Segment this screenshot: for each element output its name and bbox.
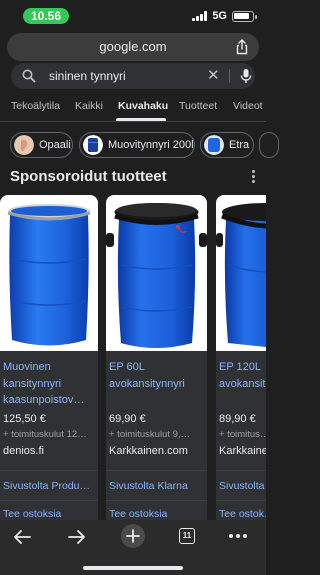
blue-barrel-image: [7, 204, 91, 346]
product-title[interactable]: EP 120L avokansit…: [219, 359, 266, 392]
chip-thumbnail: [83, 135, 103, 155]
chip-label: Muovitynnyri 200l: [108, 139, 194, 151]
product-card[interactable]: Muovinen kansitynnyri kaasunpoistov… 125…: [0, 195, 98, 528]
search-query[interactable]: sininen tynnyri: [49, 69, 126, 83]
tab-videos[interactable]: Videot: [233, 100, 263, 112]
seller-link[interactable]: Sivustolta Klarna: [109, 480, 204, 492]
product-store: Karkkaine…: [219, 445, 266, 457]
product-shipping: + toimituskulut 12…: [3, 429, 87, 440]
search-icon: [22, 69, 36, 83]
shop-link[interactable]: Tee ostok…: [219, 508, 266, 520]
home-indicator: [83, 566, 183, 570]
blue-barrel-image: [216, 203, 266, 347]
product-store: Karkkainen.com: [109, 445, 188, 457]
status-bar: 10.56 5G: [0, 0, 266, 30]
network-type: 5G: [212, 10, 227, 22]
chip-thumbnail: [204, 135, 224, 155]
tab-images[interactable]: Kuvahaku: [118, 100, 168, 112]
shop-link[interactable]: Tee ostoksia: [109, 508, 167, 520]
card-divider: [216, 500, 266, 501]
product-shipping: + toimituskulut 9,…: [109, 429, 191, 440]
card-divider: [0, 500, 98, 501]
status-time: 10.56: [23, 8, 69, 24]
tab-switcher-icon[interactable]: 11: [179, 528, 195, 544]
address-url: google.com: [99, 39, 167, 54]
card-divider: [216, 470, 266, 471]
search-tabs: Tekoälytila Kaikki Kuvahaku Tuotteet Vid…: [0, 95, 266, 121]
product-price: 125,50 €: [3, 413, 46, 425]
product-store: denios.fi: [3, 445, 44, 457]
battery-icon: [232, 10, 257, 22]
chip-muovitynnyri[interactable]: Muovitynnyri 200l: [79, 132, 195, 158]
chip-opaali[interactable]: Opaali: [10, 132, 73, 158]
shop-link[interactable]: Tee ostoksia: [3, 508, 61, 520]
more-menu-icon[interactable]: [228, 533, 248, 539]
forward-arrow-icon[interactable]: [67, 527, 87, 547]
chip-label: Etra: [229, 139, 250, 151]
seller-link[interactable]: Sivustolta …: [219, 480, 266, 492]
product-price: 89,90 €: [219, 413, 256, 425]
status-icons: 5G: [192, 10, 257, 22]
product-image[interactable]: [106, 195, 207, 351]
product-card[interactable]: EP 120L avokansit… 89,90 € + toimitus… K…: [216, 195, 266, 528]
sponsored-products-heading: Sponsoroidut tuotteet: [10, 168, 167, 185]
tabs-divider: [0, 121, 266, 122]
search-box[interactable]: sininen tynnyri ✕: [11, 63, 255, 89]
product-image[interactable]: [216, 195, 266, 351]
chip-label: Opaali: [39, 139, 71, 151]
more-options-icon[interactable]: [250, 170, 256, 184]
microphone-icon[interactable]: [240, 68, 252, 84]
product-card[interactable]: EP 60L avokansitynnyri 69,90 € + toimitu…: [106, 195, 207, 528]
address-bar[interactable]: google.com: [7, 33, 259, 61]
tab-ai-mode[interactable]: Tekoälytila: [11, 100, 60, 112]
product-title[interactable]: EP 60L avokansitynnyri: [109, 359, 204, 392]
product-title[interactable]: Muovinen kansitynnyri kaasunpoistov…: [3, 359, 98, 409]
product-price: 69,90 €: [109, 413, 146, 425]
chip-thumbnail: [14, 135, 34, 155]
clear-search-icon[interactable]: ✕: [207, 68, 220, 83]
new-tab-plus-icon[interactable]: [121, 524, 145, 548]
tab-all[interactable]: Kaikki: [75, 100, 103, 112]
card-divider: [106, 470, 207, 471]
cellular-signal-icon: [192, 11, 208, 21]
product-image[interactable]: [0, 195, 98, 351]
card-divider: [106, 500, 207, 501]
tab-products[interactable]: Tuotteet: [179, 100, 217, 112]
chip-etra[interactable]: Etra: [200, 132, 254, 158]
blue-barrel-image: [106, 203, 207, 348]
card-divider: [0, 470, 98, 471]
share-icon[interactable]: [235, 39, 249, 55]
seller-link[interactable]: Sivustolta Produ…: [3, 480, 98, 492]
chip-more[interactable]: [259, 132, 279, 158]
back-arrow-icon[interactable]: [12, 527, 32, 547]
product-shipping: + toimitus…: [219, 429, 266, 440]
search-divider: [229, 69, 230, 83]
